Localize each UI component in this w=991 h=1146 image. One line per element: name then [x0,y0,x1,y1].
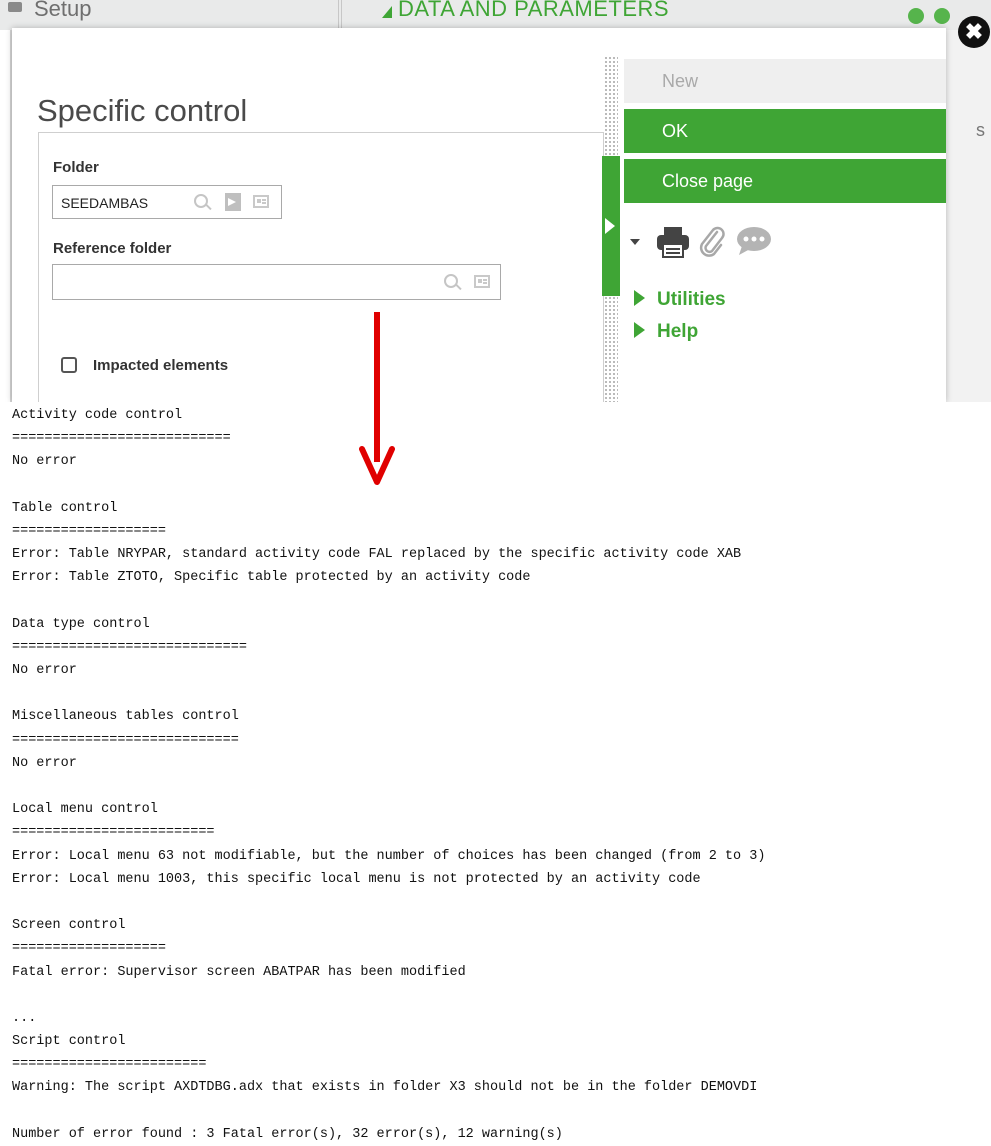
dropdown-caret-icon[interactable] [630,239,640,245]
collapse-section-icon[interactable] [382,6,392,18]
log-line: No error [12,454,77,470]
section-title: DATA AND PARAMETERS [398,0,670,21]
log-line: Number of error found : 3 Fatal error(s)… [12,1126,563,1142]
impacted-elements-checkbox[interactable] [61,357,77,373]
search-icon[interactable] [444,274,458,288]
expand-arrow-icon [634,322,645,338]
impacted-elements-label: Impacted elements [93,357,229,374]
setup-icon [8,2,22,12]
control-log-output: Activity code control ===================… [12,404,765,1146]
log-line: Activity code control [12,408,183,423]
log-line: ========================= [12,825,215,841]
log-line: Error: Table NRYPAR, standard activity c… [12,547,742,563]
background-divider [338,0,360,30]
specific-control-screenshot: Setup DATA AND PARAMETERS s ✖ Specific c… [0,0,991,402]
go-to-icon[interactable] [225,193,241,211]
log-line: Error: Table ZTOTO, Specific table prote… [12,570,531,586]
log-line: Error: Local menu 63 not modifiable, but… [12,848,766,864]
collapse-panel-tab[interactable] [602,156,620,296]
log-line: ============================ [12,732,239,748]
log-line: =================== [12,941,166,957]
search-icon[interactable] [194,194,208,208]
detail-card-icon[interactable] [253,195,269,208]
reference-folder-field[interactable] [52,264,501,300]
log-line: Data type control [12,616,150,632]
utilities-label: Utilities [657,289,726,310]
down-circle-icon[interactable] [908,8,924,24]
log-line: Script control [12,1034,126,1050]
log-line: ... [12,1010,37,1026]
up-circle-icon[interactable] [934,8,950,24]
setup-label: Setup [34,0,92,21]
log-line: No error [12,755,77,771]
expand-arrow-icon [634,290,645,306]
close-page-button[interactable]: Close page [624,159,946,203]
log-line: Table control [12,500,118,516]
attachment-icon[interactable] [697,224,725,258]
background-text-fragment: s [976,120,985,140]
log-line: Fatal error: Supervisor screen ABATPAR h… [12,964,466,980]
comment-icon[interactable] [736,226,772,256]
reference-folder-label: Reference folder [53,240,172,257]
print-icon[interactable] [656,226,690,258]
new-button[interactable]: New [624,59,946,103]
log-line: ============================= [12,639,247,655]
help-link[interactable]: Help [634,321,698,343]
close-dialog-button[interactable]: ✖ [958,16,990,48]
log-line: =========================== [12,431,231,447]
utilities-link[interactable]: Utilities [634,289,726,311]
log-line: No error [12,663,77,679]
folder-label: Folder [53,159,99,176]
background-right-panel [946,30,991,402]
folder-field[interactable]: SEEDAMBAS [52,185,282,219]
log-line: Warning: The script AXDTDBG.adx that exi… [12,1080,758,1096]
folder-value: SEEDAMBAS [61,195,149,211]
log-line: Miscellaneous tables control [12,709,239,725]
log-line: ======================== [12,1057,207,1073]
log-line: Local menu control [12,802,158,818]
page-title: Specific control [37,93,248,128]
ok-button[interactable]: OK [624,109,946,153]
log-line: =================== [12,523,166,539]
help-label: Help [657,321,699,342]
detail-card-icon[interactable] [474,275,490,288]
log-line: Screen control [12,918,126,934]
log-line: Error: Local menu 1003, this specific lo… [12,871,701,887]
